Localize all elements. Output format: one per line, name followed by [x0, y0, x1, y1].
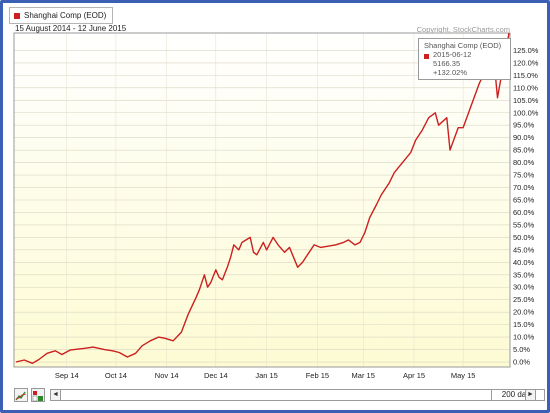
legend-tab[interactable]: Shanghai Comp (EOD)	[9, 7, 114, 24]
scroll-right-arrow-icon[interactable]: ►	[525, 389, 536, 401]
tooltip-value: 5166.35	[433, 59, 461, 68]
y-tick-label: 35.0%	[513, 270, 535, 279]
y-tick-label: 45.0%	[513, 245, 535, 254]
y-axis-labels: 0.0% 5.0% 10.0% 15.0% 20.0% 25.0% 30.0% 35.0% 40…	[513, 46, 539, 367]
y-tick-label: 10.0%	[513, 333, 535, 342]
y-tick-label: 30.0%	[513, 283, 535, 292]
y-tick-label: 105.0%	[513, 96, 539, 105]
y-tick-label: 75.0%	[513, 171, 535, 180]
date-range-label: 15 August 2014 - 12 June 2015	[15, 24, 127, 33]
y-tick-label: 0.0%	[513, 358, 530, 367]
y-tick-label: 90.0%	[513, 133, 535, 142]
x-tick-label: Mar 15	[352, 371, 375, 380]
tooltip-swatch	[424, 54, 429, 59]
y-tick-label: 100.0%	[513, 108, 539, 117]
y-tick-label: 25.0%	[513, 295, 535, 304]
x-tick-label: Oct 14	[105, 371, 127, 380]
y-tick-label: 110.0%	[513, 83, 538, 92]
x-tick-label: Dec 14	[204, 371, 228, 380]
tooltip-series-name: Shanghai Comp (EOD)	[424, 41, 502, 50]
line-chart-icon[interactable]	[14, 388, 28, 402]
y-tick-label: 40.0%	[513, 258, 535, 267]
y-tick-label: 70.0%	[513, 183, 535, 192]
y-tick-label: 50.0%	[513, 233, 535, 242]
copyright-text: Copyright, StockCharts.com	[416, 25, 510, 34]
days-range-selector[interactable]: 200 days	[491, 389, 545, 401]
y-tick-label: 65.0%	[513, 196, 535, 205]
y-tick-label: 80.0%	[513, 158, 535, 167]
x-tick-label: Jan 15	[255, 371, 278, 380]
legend-label: Shanghai Comp (EOD)	[24, 11, 107, 20]
y-tick-label: 95.0%	[513, 121, 535, 130]
y-tick-label: 85.0%	[513, 146, 535, 155]
color-settings-icon[interactable]	[31, 388, 45, 402]
y-tick-label: 20.0%	[513, 308, 535, 317]
y-tick-label: 115.0%	[513, 71, 538, 80]
x-tick-label: May 15	[451, 371, 476, 380]
x-axis-labels: Sep 14 Oct 14 Nov 14 Dec 14 Jan 15 Feb 15 Mar …	[55, 371, 476, 380]
tooltip-date: 2015-06-12	[433, 50, 472, 59]
chart-toolbar: ◄ 200 days ►	[14, 387, 545, 404]
y-tick-label: 55.0%	[513, 220, 535, 229]
y-tick-label: 5.0%	[513, 345, 530, 354]
tooltip-change: +132.02%	[433, 68, 467, 77]
x-tick-label: Nov 14	[155, 371, 179, 380]
y-tick-label: 15.0%	[513, 320, 535, 329]
date-range-scrollbar[interactable]: ◄ 200 days ►	[50, 389, 545, 401]
y-tick-label: 60.0%	[513, 208, 535, 217]
series-color-swatch	[14, 12, 20, 19]
scroll-left-arrow-icon[interactable]: ◄	[50, 389, 61, 401]
x-tick-label: Feb 15	[306, 371, 329, 380]
x-tick-label: Sep 14	[55, 371, 79, 380]
y-tick-label: 125.0%	[513, 46, 539, 55]
x-tick-label: Apr 15	[403, 371, 425, 380]
data-tooltip: Shanghai Comp (EOD) 2015-06-12 5166.35 +…	[418, 38, 511, 80]
y-tick-label: 120.0%	[513, 58, 539, 67]
